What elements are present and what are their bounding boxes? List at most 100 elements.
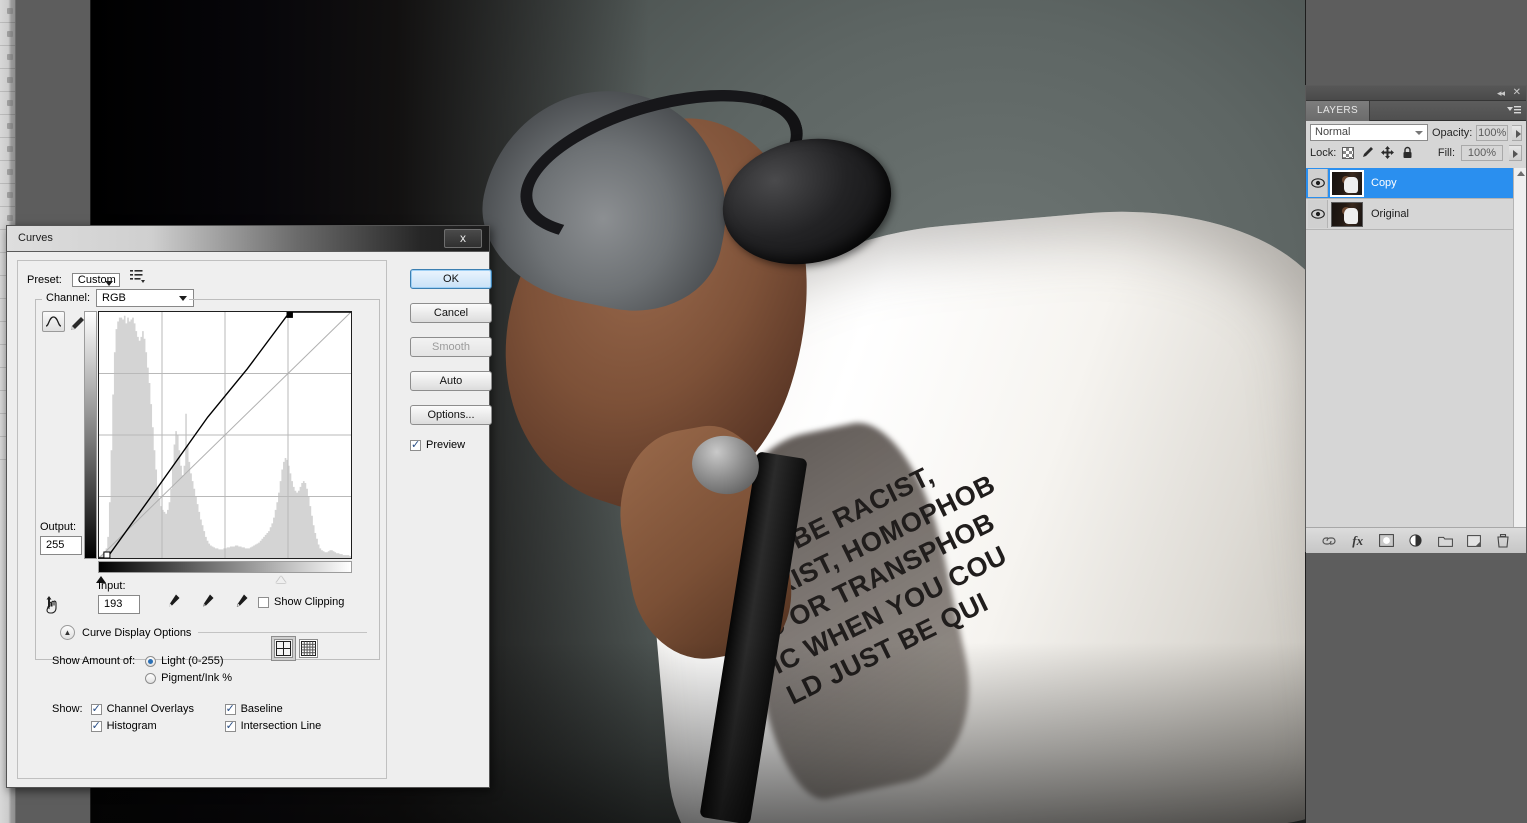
- output-label: Output:: [40, 521, 77, 533]
- auto-button[interactable]: Auto: [410, 371, 492, 391]
- opacity-stepper[interactable]: [1512, 124, 1522, 141]
- preview-checkbox[interactable]: [410, 439, 421, 451]
- chevron-up-icon[interactable]: ▲: [60, 625, 75, 640]
- radio-light[interactable]: [145, 655, 157, 667]
- fill-stepper[interactable]: [1509, 144, 1522, 161]
- checkbox-channel-overlays[interactable]: Channel Overlays: [90, 703, 219, 715]
- new-group-icon[interactable]: [1437, 533, 1453, 549]
- channel-row: Channel: RGB: [42, 289, 199, 307]
- lock-transparency-icon[interactable]: [1342, 146, 1355, 159]
- layer-name[interactable]: Copy: [1371, 177, 1397, 189]
- amount-option-pigment[interactable]: Pigment/Ink %: [145, 672, 232, 684]
- lock-all-icon[interactable]: [1401, 146, 1414, 159]
- add-layer-mask-icon[interactable]: [1379, 533, 1395, 549]
- tool-move[interactable]: [0, 0, 15, 23]
- layer-style-fx-icon[interactable]: fx: [1350, 533, 1366, 549]
- tool-marquee[interactable]: [0, 23, 15, 46]
- show-checkbox-row: Show: Channel Overlays Baseline: [52, 703, 322, 733]
- gray-point-eyedropper-icon[interactable]: [198, 593, 215, 614]
- panel-menu-icon[interactable]: [1507, 105, 1521, 117]
- curve-plot[interactable]: [99, 312, 351, 558]
- dialog-body: Preset: Custom Channel: RGB Output: 255 …: [7, 252, 492, 787]
- channel-select[interactable]: RGB: [96, 289, 195, 307]
- preview-row[interactable]: Preview: [410, 439, 492, 451]
- layer-row-copy[interactable]: Copy: [1306, 168, 1526, 199]
- layer-visibility-toggle[interactable]: [1308, 200, 1328, 228]
- curve-tool-group: [42, 311, 84, 334]
- input-field[interactable]: 193: [98, 595, 140, 614]
- tab-layers[interactable]: LAYERS: [1306, 101, 1371, 121]
- tool-brush[interactable]: [0, 161, 15, 184]
- dialog-title-bar[interactable]: Curves x: [7, 226, 489, 252]
- output-field[interactable]: 255: [40, 536, 82, 555]
- channel-overlays-checkbox[interactable]: [90, 703, 102, 715]
- detailed-grid-icon[interactable]: [299, 639, 318, 658]
- ok-button[interactable]: OK: [410, 269, 492, 289]
- white-point-slider[interactable]: [276, 576, 286, 583]
- options-button[interactable]: Options...: [410, 405, 492, 425]
- close-panel-icon[interactable]: ✕: [1513, 87, 1521, 98]
- preset-select[interactable]: Custom: [71, 273, 120, 287]
- opacity-value[interactable]: 100%: [1476, 124, 1509, 141]
- histogram-checkbox[interactable]: [90, 720, 102, 732]
- panel-top-bar[interactable]: ◂◂ ✕: [1306, 86, 1526, 101]
- curves-dialog[interactable]: Curves x Preset: Custom Channel: RGB Out…: [6, 225, 492, 788]
- layers-panel-footer[interactable]: fx: [1306, 527, 1526, 553]
- histogram-label: Histogram: [106, 720, 157, 732]
- radio-pigment[interactable]: [145, 672, 157, 684]
- layer-thumbnail[interactable]: [1331, 201, 1363, 227]
- tool-lasso[interactable]: [0, 46, 15, 69]
- checkbox-baseline[interactable]: Baseline: [224, 703, 322, 715]
- layer-visibility-toggle[interactable]: [1308, 169, 1328, 197]
- simple-grid-icon[interactable]: [274, 639, 293, 658]
- close-dialog-button[interactable]: x: [444, 229, 482, 248]
- checkbox-histogram[interactable]: Histogram: [90, 720, 219, 732]
- layer-thumbnail[interactable]: [1330, 169, 1364, 197]
- lock-position-icon[interactable]: [1381, 146, 1395, 159]
- new-adjustment-layer-icon[interactable]: [1408, 533, 1424, 549]
- show-amount-label: Show Amount of:: [52, 655, 136, 667]
- show-label: Show:: [52, 703, 83, 715]
- blend-mode-select[interactable]: Normal: [1310, 124, 1428, 141]
- layers-scrollbar[interactable]: [1513, 168, 1526, 527]
- show-clipping-row[interactable]: Show Clipping: [258, 596, 344, 608]
- new-layer-icon[interactable]: [1466, 533, 1482, 549]
- collapse-panel-icon[interactable]: ◂◂: [1497, 88, 1505, 99]
- tool-crop[interactable]: [0, 92, 15, 115]
- white-point-eyedropper-icon[interactable]: [232, 593, 249, 614]
- tool-healing[interactable]: [0, 138, 15, 161]
- layer-row-original[interactable]: Original: [1306, 199, 1526, 230]
- delete-layer-icon[interactable]: [1495, 533, 1511, 549]
- baseline-label: Baseline: [240, 703, 283, 715]
- layers-panel[interactable]: ◂◂ ✕ LAYERS Normal Opacity: 100% Lock: F…: [1305, 85, 1527, 553]
- fill-value[interactable]: 100%: [1461, 144, 1503, 161]
- checkbox-intersection-line[interactable]: Intersection Line: [224, 720, 321, 732]
- target-adjustment-tool-icon[interactable]: [44, 595, 66, 615]
- show-clipping-checkbox[interactable]: [258, 596, 269, 608]
- tool-clone[interactable]: [0, 184, 15, 207]
- chevron-down-icon: [179, 296, 188, 301]
- curve-display-options-header[interactable]: ▲ Curve Display Options: [60, 625, 367, 640]
- link-layers-icon[interactable]: [1321, 533, 1337, 549]
- curve-display-options-label: Curve Display Options: [82, 626, 192, 639]
- cancel-button[interactable]: Cancel: [410, 303, 492, 323]
- tool-quick-select[interactable]: [0, 69, 15, 92]
- amount-option-light[interactable]: Light (0-255): [145, 655, 232, 667]
- intersection-line-checkbox[interactable]: [224, 720, 236, 732]
- scroll-up-icon[interactable]: [1517, 171, 1525, 176]
- black-point-eyedropper-icon[interactable]: [164, 593, 181, 614]
- smooth-button: Smooth: [410, 337, 492, 357]
- baseline-checkbox[interactable]: [224, 703, 236, 715]
- panel-tab-strip[interactable]: LAYERS: [1306, 101, 1526, 121]
- layers-panel-body: Normal Opacity: 100% Lock: Fill: 100% Co…: [1306, 121, 1526, 553]
- preset-options-icon[interactable]: [129, 270, 145, 286]
- divider: [198, 632, 367, 633]
- lock-image-icon[interactable]: [1361, 146, 1374, 159]
- tool-eyedropper[interactable]: [0, 115, 15, 138]
- channel-label: Channel:: [46, 292, 91, 304]
- layer-list[interactable]: Copy Original: [1306, 168, 1526, 527]
- layer-name[interactable]: Original: [1371, 208, 1409, 220]
- eyedropper-group: [164, 593, 249, 614]
- curve-tool-icon[interactable]: [42, 311, 65, 332]
- curve-graph[interactable]: [98, 311, 352, 559]
